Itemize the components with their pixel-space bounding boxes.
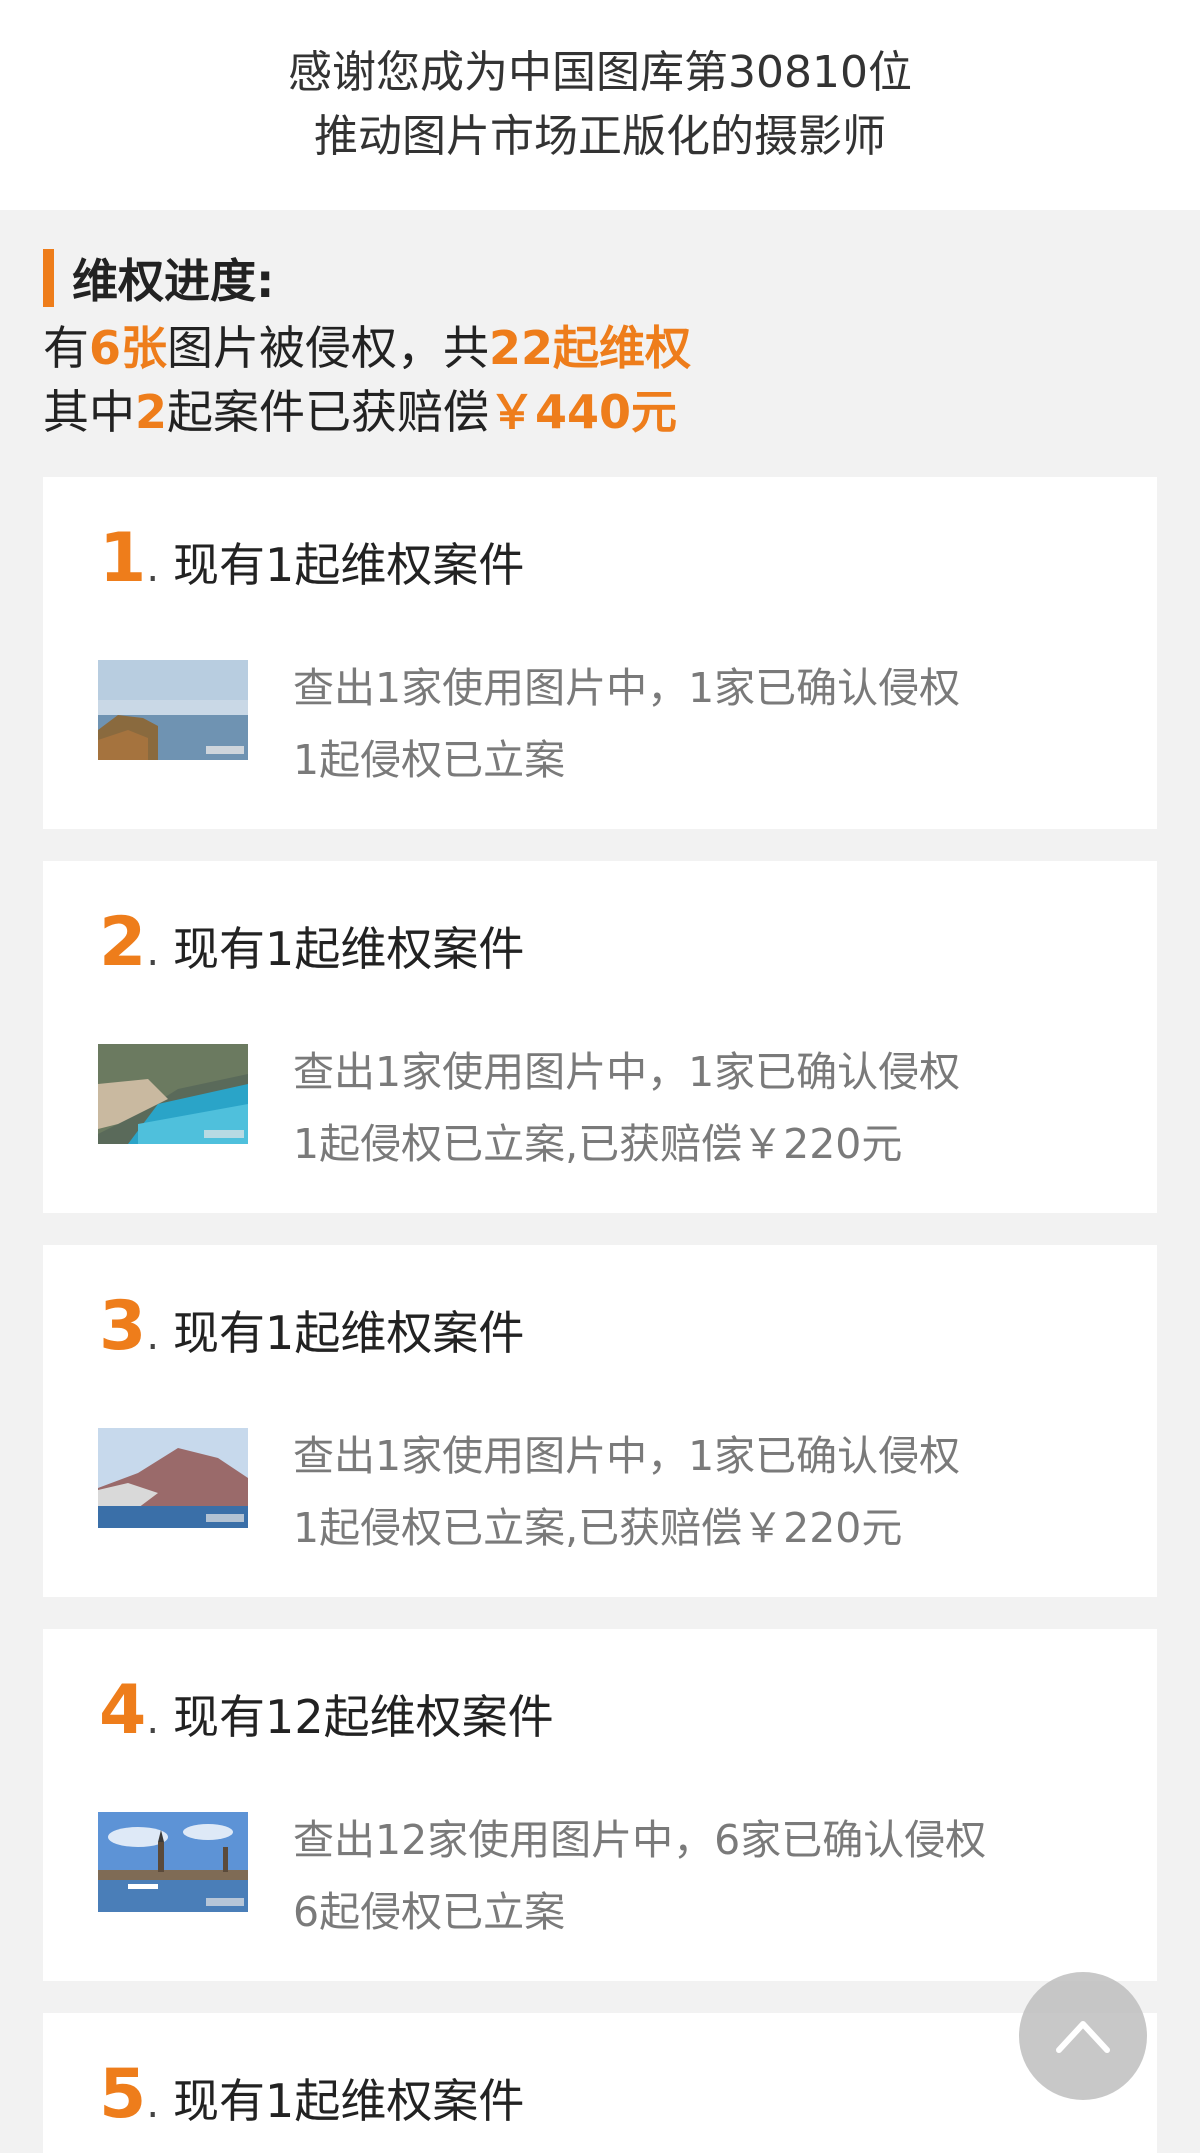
compensation-total: ￥440元 [489, 385, 678, 439]
rights-progress-section: 维权进度: 有6张图片被侵权，共22起维权 其中2起案件已获赔偿￥440元 [0, 210, 1200, 480]
summary-text: 起案件已获赔偿 [167, 385, 490, 439]
case-detail-line-1: 查出1家使用图片中，1家已确认侵权 [293, 1432, 961, 1480]
top-banner: 感谢您成为中国图库第30810位 推动图片市场正版化的摄影师 [0, 0, 1200, 210]
case-number-dot: . [146, 1313, 160, 1359]
case-number-dot: . [146, 2081, 160, 2127]
progress-summary-line-1: 有6张图片被侵权，共22起维权 [43, 316, 1157, 380]
case-title-text: 现有1起维权案件 [173, 2074, 525, 2128]
case-detail-line-1: 查出1家使用图片中，1家已确认侵权 [293, 664, 961, 712]
case-detail-line-1: 查出12家使用图片中，6家已确认侵权 [293, 1816, 987, 1864]
case-detail-line-2: 1起侵权已立案 [293, 736, 566, 784]
case-number: 5 [99, 2055, 147, 2134]
progress-heading: 维权进度: [43, 248, 1157, 308]
case-thumbnail[interactable] [98, 1044, 248, 1144]
case-thumbnail[interactable] [98, 1812, 248, 1912]
case-number: 2 [99, 903, 147, 982]
summary-text: 有 [43, 321, 89, 375]
summary-text: 其中 [43, 385, 135, 439]
case-card-4[interactable]: 4 . 现有12起维权案件 查出12家使用图片中，6家已确认侵权 6起侵权已立案 [43, 1629, 1157, 1981]
case-detail-line-2: 6起侵权已立案 [293, 1888, 566, 1936]
case-title-text: 现有1起维权案件 [173, 922, 525, 976]
progress-summary-line-2: 其中2起案件已获赔偿￥440元 [43, 380, 1157, 444]
scroll-to-top-button[interactable] [1019, 1972, 1147, 2100]
case-number: 3 [99, 1287, 147, 1366]
case-description: 查出12家使用图片中，6家已确认侵权 6起侵权已立案 [293, 1804, 986, 1948]
case-number-dot: . [146, 929, 160, 975]
case-title: 2 . 现有1起维权案件 [99, 909, 524, 979]
case-detail-line-1: 查出1家使用图片中，1家已确认侵权 [293, 1048, 961, 1096]
cliff-beach-image [98, 1044, 248, 1144]
infringed-count: 6张 [89, 321, 168, 375]
compensated-count: 2 [135, 385, 168, 439]
case-card-2[interactable]: 2 . 现有1起维权案件 查出1家使用图片中，1家已确认侵权 1起侵权已立案,已… [43, 861, 1157, 1213]
case-title-text: 现有1起维权案件 [173, 538, 525, 592]
case-number-dot: . [146, 1697, 160, 1743]
case-title-text: 现有12起维权案件 [173, 1690, 554, 1744]
chevron-up-icon [1056, 2021, 1110, 2053]
case-thumbnail[interactable] [98, 660, 248, 760]
case-card-1[interactable]: 1 . 现有1起维权案件 查出1家使用图片中，1家已确认侵权 1起侵权已立案 [43, 477, 1157, 829]
case-title: 3 . 现有1起维权案件 [99, 1293, 524, 1363]
thanks-line-1: 感谢您成为中国图库第30810位 [288, 47, 912, 98]
case-number: 1 [99, 519, 147, 598]
city-skyline-image [98, 1812, 248, 1912]
case-number: 4 [99, 1671, 147, 1750]
progress-heading-text: 维权进度: [72, 254, 275, 308]
case-card-3[interactable]: 3 . 现有1起维权案件 查出1家使用图片中，1家已确认侵权 1起侵权已立案,已… [43, 1245, 1157, 1597]
case-detail-line-2: 1起侵权已立案,已获赔偿￥220元 [293, 1504, 903, 1552]
case-title: 5 . 现有1起维权案件 [99, 2061, 524, 2131]
case-title: 1 . 现有1起维权案件 [99, 525, 524, 595]
case-number-dot: . [146, 545, 160, 591]
mountain-coast-image [98, 1428, 248, 1528]
accent-bar [43, 249, 54, 307]
case-description: 查出1家使用图片中，1家已确认侵权 1起侵权已立案,已获赔偿￥220元 [293, 1036, 960, 1180]
coastal-town-image [98, 660, 248, 760]
thanks-line-2: 推动图片市场正版化的摄影师 [314, 111, 886, 162]
summary-text: 图片被侵权，共 [167, 321, 490, 375]
case-detail-line-2: 1起侵权已立案,已获赔偿￥220元 [293, 1120, 903, 1168]
case-description: 查出1家使用图片中，1家已确认侵权 1起侵权已立案,已获赔偿￥220元 [293, 1420, 960, 1564]
case-title-text: 现有1起维权案件 [173, 1306, 525, 1360]
case-description: 查出1家使用图片中，1家已确认侵权 1起侵权已立案 [293, 652, 960, 796]
case-card-5[interactable]: 5 . 现有1起维权案件 [43, 2013, 1157, 2153]
case-title: 4 . 现有12起维权案件 [99, 1677, 554, 1747]
cases-count: 22起维权 [489, 321, 692, 375]
case-thumbnail[interactable] [98, 1428, 248, 1528]
